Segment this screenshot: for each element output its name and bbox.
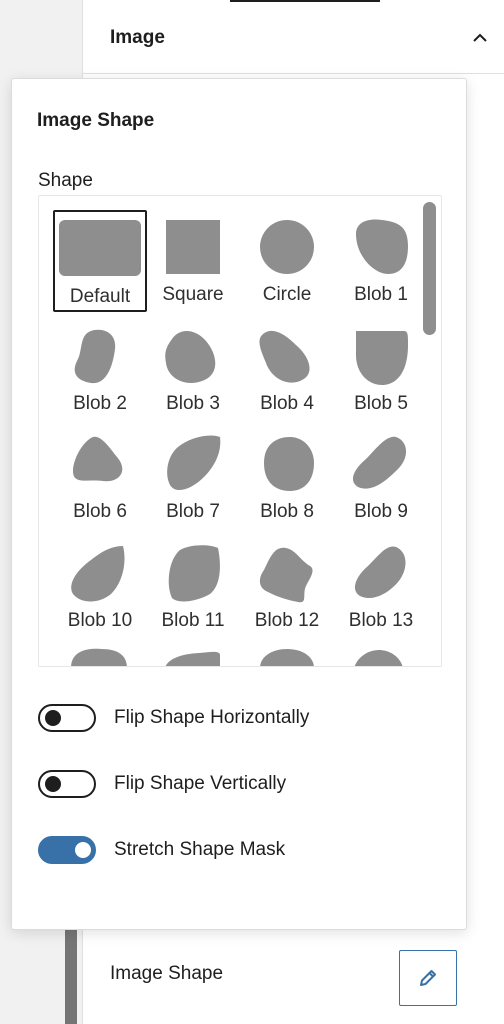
shape-option-label: Blob 5: [354, 393, 408, 414]
square-shape-icon: [166, 220, 220, 274]
blob-12-shape-icon: [259, 547, 313, 603]
blob-8-shape-icon: [264, 437, 314, 491]
blob-11-shape-icon: [168, 545, 220, 602]
shape-option-square[interactable]: Square: [146, 210, 240, 312]
flip-horizontal-toggle-row[interactable]: Flip Shape Horizontally: [38, 704, 309, 732]
shape-option-blob-1[interactable]: Blob 1: [334, 210, 428, 312]
image-shape-popover: Image Shape Shape Default Square Circle Blo…: [11, 78, 467, 930]
pencil-icon: [420, 970, 436, 986]
shape-option-blob-6[interactable]: Blob 6: [53, 427, 147, 529]
flip-vertical-toggle-row[interactable]: Flip Shape Vertically: [38, 770, 286, 798]
shape-grid[interactable]: Default Square Circle Blob 1 Blob 2 Blob 3 Blo…: [38, 195, 442, 667]
shape-option-default[interactable]: Default: [53, 210, 147, 312]
blob-3-shape-icon: [165, 330, 216, 383]
flip-vertical-label: Flip Shape Vertically: [114, 773, 287, 794]
shape-option-label: Blob 11: [161, 610, 225, 631]
chevron-up-icon[interactable]: [470, 28, 490, 48]
blob-4-shape-icon: [259, 330, 310, 383]
image-panel-header[interactable]: Image: [82, 2, 504, 74]
shape-option-label: Blob 13: [348, 610, 414, 631]
shape-option-label: Blob 6: [73, 501, 127, 522]
stretch-mask-toggle-row[interactable]: Stretch Shape Mask: [38, 836, 285, 864]
shape-option-blob-7[interactable]: Blob 7: [146, 427, 240, 529]
flip-horizontal-toggle[interactable]: [38, 704, 96, 732]
next-row-shapes-partial: [71, 648, 403, 666]
shape-option-blob-5[interactable]: Blob 5: [334, 319, 428, 421]
default-shape-icon: [59, 220, 141, 276]
blob-9-shape-icon: [352, 436, 407, 489]
shape-option-blob-8[interactable]: Blob 8: [240, 427, 334, 529]
shape-option-blob-12[interactable]: Blob 12: [240, 536, 334, 638]
popover-title: Image Shape: [37, 110, 155, 131]
stretch-mask-label: Stretch Shape Mask: [114, 839, 286, 860]
shape-option-label: Blob 9: [354, 501, 408, 522]
panel-title: Image: [110, 26, 165, 48]
shape-option-label: Blob 4: [260, 393, 314, 414]
shape-option-blob-11[interactable]: Blob 11: [146, 536, 240, 638]
shape-option-blob-9[interactable]: Blob 9: [334, 427, 428, 529]
blob-6-shape-icon: [73, 436, 123, 482]
shape-option-label: Blob 7: [166, 501, 220, 522]
edit-image-shape-button[interactable]: [399, 950, 457, 1006]
blob-10-shape-icon: [71, 546, 125, 602]
shape-label: Shape: [38, 170, 93, 191]
shape-option-label: Blob 3: [166, 393, 220, 414]
grid-scrollbar[interactable]: [423, 202, 436, 335]
blob-2-shape-icon: [74, 329, 116, 384]
shape-option-blob-2[interactable]: Blob 2: [53, 319, 147, 421]
shape-option-label: Square: [162, 284, 224, 305]
shape-option-label: Circle: [262, 284, 312, 305]
shape-option-label: Blob 10: [67, 610, 133, 631]
shape-option-label: Blob 2: [73, 393, 127, 414]
shape-option-label: Blob 8: [260, 501, 314, 522]
shape-option-blob-13[interactable]: Blob 13: [334, 536, 428, 638]
block-indicator-bar: [65, 930, 77, 1024]
shape-option-label: Default: [69, 286, 131, 307]
shape-option-blob-3[interactable]: Blob 3: [146, 319, 240, 421]
shape-option-blob-4[interactable]: Blob 4: [240, 319, 334, 421]
shape-option-circle[interactable]: Circle: [240, 210, 334, 312]
shape-option-label: Blob 1: [354, 284, 408, 305]
circle-shape-icon: [260, 220, 314, 274]
flip-vertical-toggle[interactable]: [38, 770, 96, 798]
toggle-knob: [75, 842, 91, 858]
image-shape-row-label: Image Shape: [110, 963, 224, 984]
toggle-knob: [45, 710, 61, 726]
blob-13-shape-icon: [354, 546, 406, 599]
flip-horizontal-label: Flip Shape Horizontally: [114, 707, 310, 728]
toggle-knob: [45, 776, 61, 792]
stretch-mask-toggle[interactable]: [38, 836, 96, 864]
blob-1-shape-icon: [356, 219, 408, 274]
blob-5-shape-icon: [356, 331, 408, 385]
blob-7-shape-icon: [167, 435, 221, 491]
shape-option-label: Blob 12: [254, 610, 320, 631]
shape-option-blob-10[interactable]: Blob 10: [53, 536, 147, 638]
